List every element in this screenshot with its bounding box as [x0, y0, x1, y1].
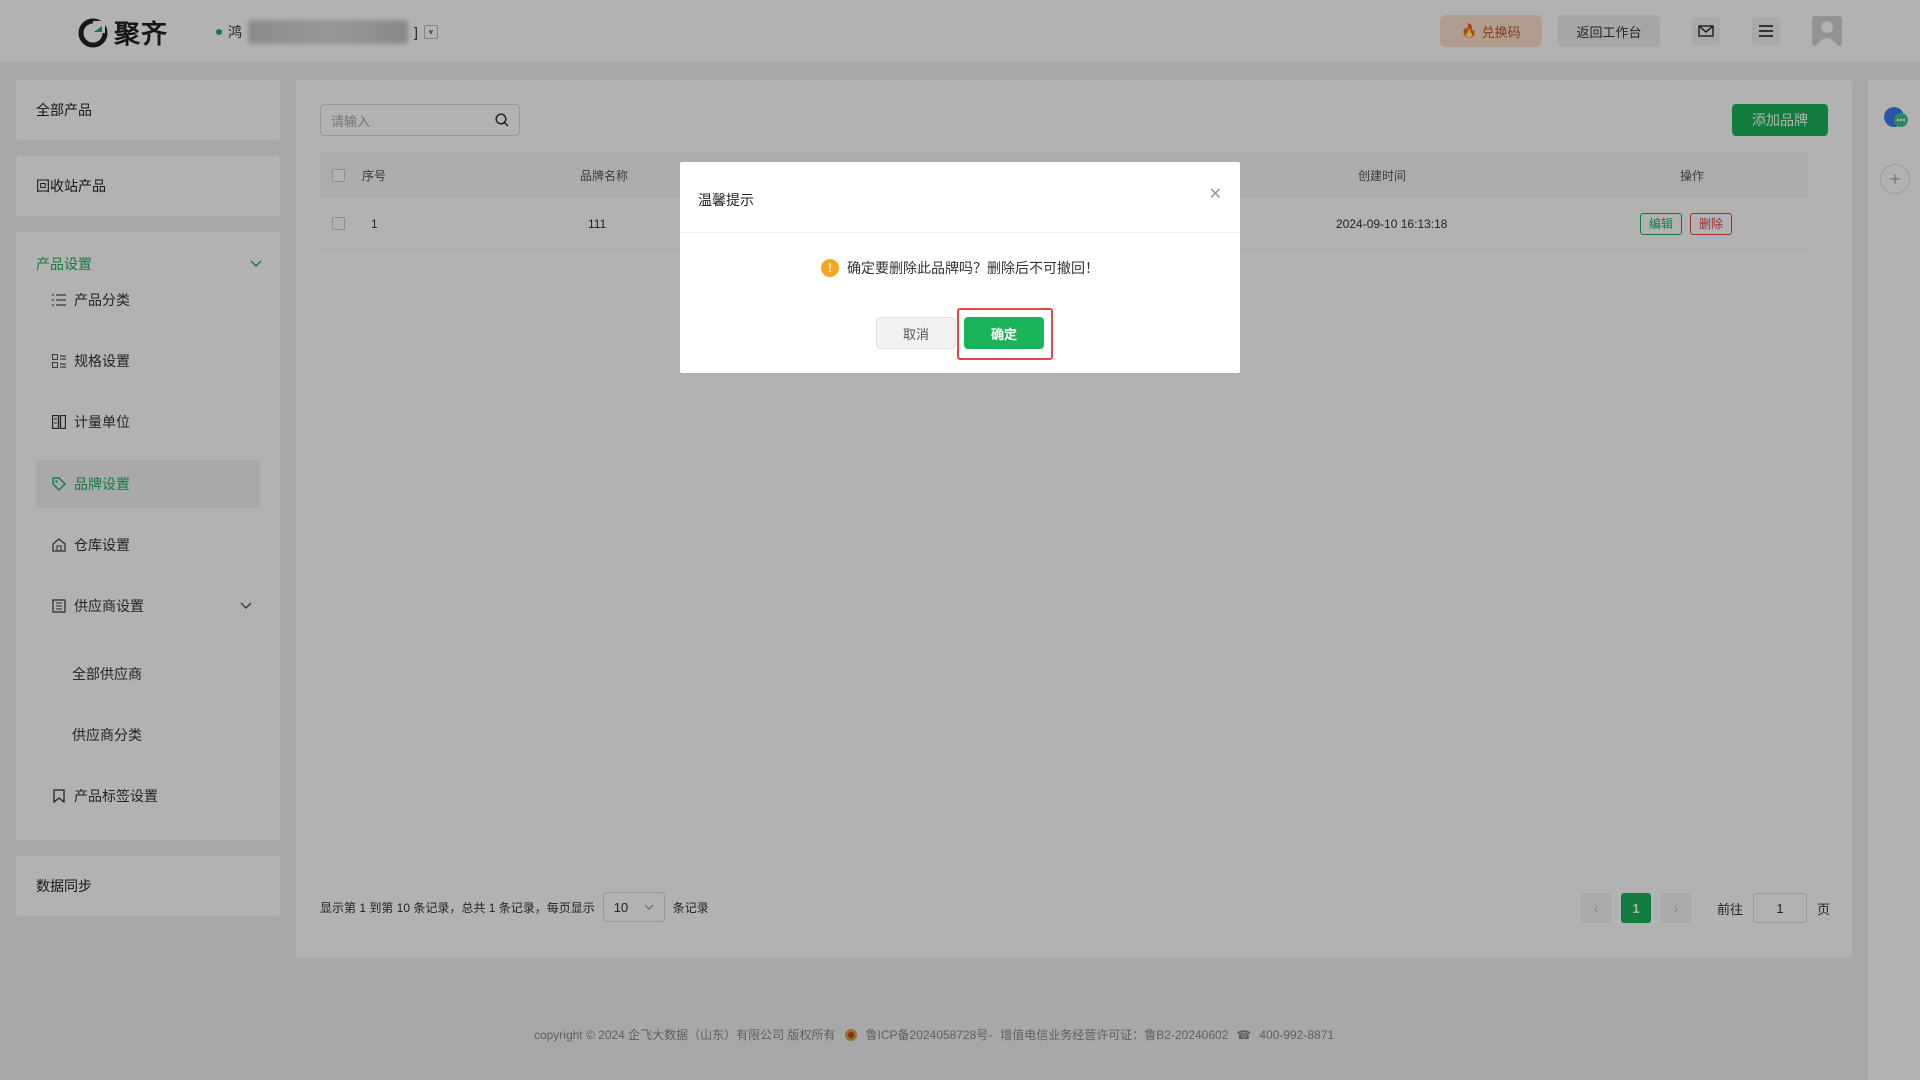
dialog-message-row: ! 确定要删除此品牌吗？删除后不可撤回！ [680, 258, 1240, 278]
warning-icon: ! [821, 259, 839, 277]
dialog-message: 确定要删除此品牌吗？删除后不可撤回！ [847, 260, 1099, 276]
cancel-button[interactable]: 取消 [876, 317, 956, 349]
close-icon[interactable]: ✕ [1209, 184, 1222, 204]
confirm-dialog: 温馨提示 ✕ ! 确定要删除此品牌吗？删除后不可撤回！ 取消 确定 [680, 162, 1240, 373]
dialog-title: 温馨提示 [698, 192, 754, 208]
dialog-divider [680, 232, 1240, 233]
confirm-button[interactable]: 确定 [964, 317, 1044, 349]
